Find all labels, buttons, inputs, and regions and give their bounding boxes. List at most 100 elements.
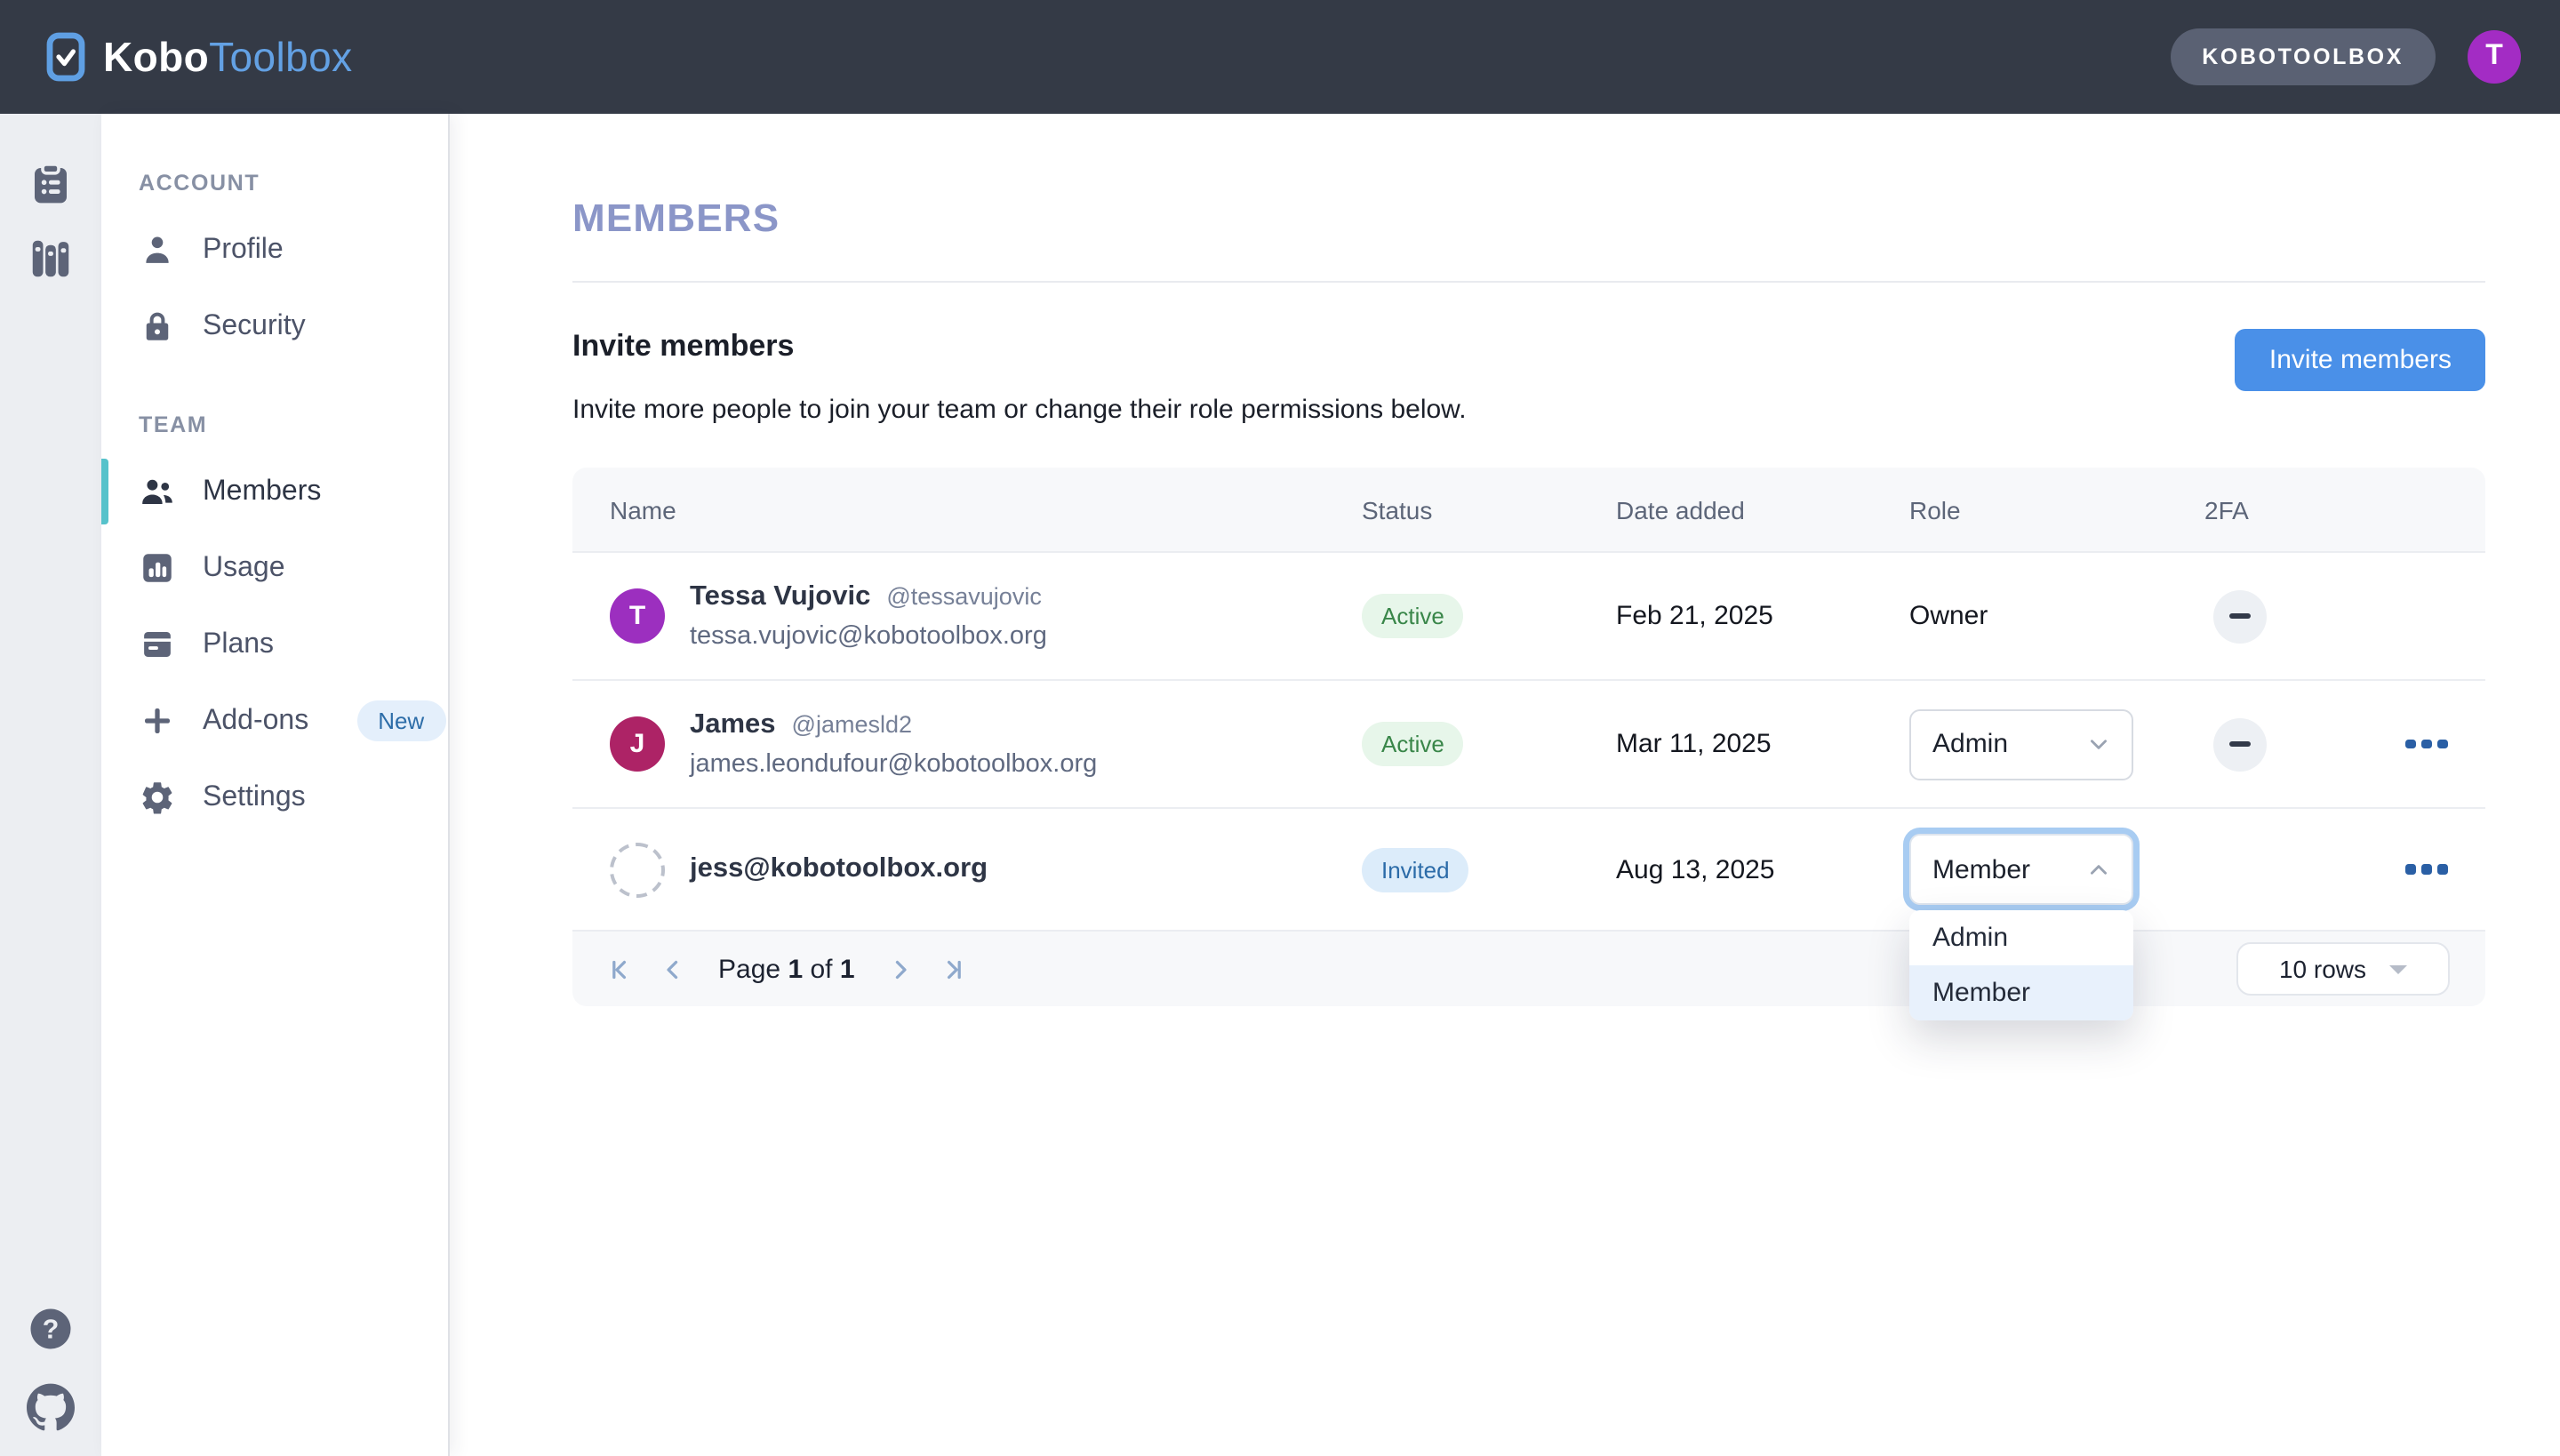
invite-text-block: Invite members Invite more people to joi… — [572, 329, 1467, 425]
kobotoolbox-logo[interactable]: KoboToolbox — [46, 32, 353, 82]
rail-top-icons — [27, 160, 75, 283]
organization-badge[interactable]: KOBOTOOLBOX — [2170, 28, 2436, 85]
role-select-value: Admin — [1932, 729, 2008, 759]
chevron-down-icon — [2087, 732, 2110, 756]
row-actions-menu[interactable] — [2406, 865, 2448, 875]
page-number: 1 — [788, 954, 803, 984]
app-window: KoboToolbox KOBOTOOLBOX T — [0, 0, 2560, 1456]
first-page-button[interactable] — [597, 944, 647, 994]
chevron-right-icon — [886, 954, 916, 984]
sidebar-section-team-block: TEAM Members — [101, 412, 448, 836]
title-divider — [572, 281, 2485, 283]
prev-page-button[interactable] — [647, 944, 697, 994]
sidebar-item-addons[interactable]: Add-ons New — [101, 683, 448, 759]
row-actions-menu[interactable] — [2406, 740, 2448, 749]
brand-toolbox: Toolbox — [209, 33, 352, 79]
member-handle: @tessavujovic — [886, 583, 1042, 610]
invite-members-button[interactable]: Invite members — [2236, 329, 2485, 391]
role-option-admin[interactable]: Admin — [1909, 910, 2133, 965]
new-badge: New — [356, 700, 445, 741]
icon-rail: ? — [0, 114, 101, 1456]
person-icon — [139, 231, 176, 268]
member-name: jess@kobotoolbox.org — [690, 853, 988, 885]
role-value: Owner — [1909, 601, 2204, 631]
sidebar-item-security[interactable]: Security — [101, 288, 448, 364]
column-header-date: Date added — [1616, 495, 1909, 524]
first-page-icon — [607, 954, 637, 984]
last-page-button[interactable] — [926, 944, 976, 994]
sidebar-item-label: Usage — [203, 552, 285, 584]
invite-heading: Invite members — [572, 329, 1467, 364]
column-header-name: Name — [572, 495, 1362, 524]
chevron-left-icon — [657, 954, 687, 984]
page-body: ? ACCOUNT Profile Securit — [0, 114, 2560, 1456]
minus-icon — [2229, 741, 2251, 746]
chevron-up-icon — [2087, 858, 2110, 881]
member-name: James — [690, 709, 776, 741]
member-handle: @jamesld2 — [792, 711, 912, 738]
member-name-cell: J James @jamesld2 james.leondufour@kobot… — [572, 709, 1362, 779]
role-dropdown-menu: Admin Member — [1909, 910, 2133, 1020]
last-page-icon — [936, 954, 966, 984]
sidebar-item-usage[interactable]: Usage — [101, 530, 448, 606]
page-title: MEMBERS — [572, 196, 2485, 242]
member-name-cell: T Tessa Vujovic @tessavujovic tessa.vujo… — [572, 581, 1362, 651]
next-page-button[interactable] — [876, 944, 926, 994]
sidebar-item-label: Profile — [203, 234, 284, 266]
svg-text:?: ? — [43, 1315, 60, 1344]
avatar: J — [610, 716, 665, 772]
of-label: of — [810, 954, 832, 984]
github-icon[interactable] — [27, 1383, 75, 1431]
page-indicator: Page 1 of 1 — [718, 954, 855, 984]
role-select-value: Member — [1932, 854, 2030, 884]
column-header-2fa: 2FA — [2204, 495, 2368, 524]
sidebar-item-label: Add-ons — [203, 705, 308, 737]
invite-description: Invite more people to join your team or … — [572, 395, 1467, 425]
members-table: Name Status Date added Role 2FA T Tessa … — [572, 468, 2485, 1006]
invite-section: Invite members Invite more people to joi… — [572, 329, 2485, 425]
status-badge: Invited — [1362, 847, 1469, 892]
role-select-open[interactable]: Member — [1909, 834, 2133, 905]
sidebar-item-members[interactable]: Members — [101, 453, 448, 530]
usage-chart-icon — [139, 549, 176, 587]
sidebar-item-label: Settings — [203, 781, 306, 813]
sidebar-section-team: TEAM — [101, 412, 448, 437]
sidebar-item-label: Security — [203, 310, 306, 342]
brand-kobo: Kobo — [103, 33, 209, 79]
topbar-right: KOBOTOOLBOX T — [2170, 28, 2521, 85]
status-badge: Active — [1362, 722, 1464, 766]
table-row: J James @jamesld2 james.leondufour@kobot… — [572, 679, 2485, 807]
gear-icon — [139, 779, 176, 816]
sidebar-item-label: Plans — [203, 628, 274, 660]
help-icon[interactable]: ? — [27, 1305, 75, 1353]
lock-icon — [139, 308, 176, 345]
rail-bottom-icons: ? — [27, 1305, 75, 1431]
sidebar-item-plans[interactable]: Plans — [101, 606, 448, 683]
member-name-cell: jess@kobotoolbox.org — [572, 842, 1362, 897]
member-identity: James @jamesld2 james.leondufour@kobotoo… — [690, 709, 1097, 779]
date-added: Mar 11, 2025 — [1616, 729, 1909, 759]
table-header: Name Status Date added Role 2FA — [572, 468, 2485, 551]
plus-icon — [139, 702, 176, 740]
member-email: james.leondufour@kobotoolbox.org — [690, 750, 1097, 779]
avatar: T — [610, 588, 665, 644]
avatar-placeholder — [610, 842, 665, 897]
role-option-member[interactable]: Member — [1909, 965, 2133, 1020]
page-label: Page — [718, 954, 780, 984]
plans-card-icon — [139, 626, 176, 663]
table-row: jess@kobotoolbox.org Invited Aug 13, 202… — [572, 807, 2485, 930]
sidebar-section-account: ACCOUNT — [101, 171, 448, 196]
sidebar: ACCOUNT Profile Security TEAM — [101, 114, 450, 1456]
twofa-disabled-button[interactable] — [2213, 589, 2267, 643]
sidebar-item-settings[interactable]: Settings — [101, 759, 448, 836]
sidebar-item-profile[interactable]: Profile — [101, 212, 448, 288]
user-avatar[interactable]: T — [2468, 30, 2521, 84]
projects-icon[interactable] — [27, 160, 75, 208]
date-added: Aug 13, 2025 — [1616, 854, 1909, 884]
library-icon[interactable] — [27, 235, 75, 283]
member-email: tessa.vujovic@kobotoolbox.org — [690, 622, 1047, 651]
rows-per-page-select[interactable]: 10 rows — [2236, 942, 2450, 996]
column-header-role: Role — [1909, 495, 2204, 524]
role-select[interactable]: Admin — [1909, 708, 2133, 780]
twofa-disabled-button[interactable] — [2213, 717, 2267, 771]
